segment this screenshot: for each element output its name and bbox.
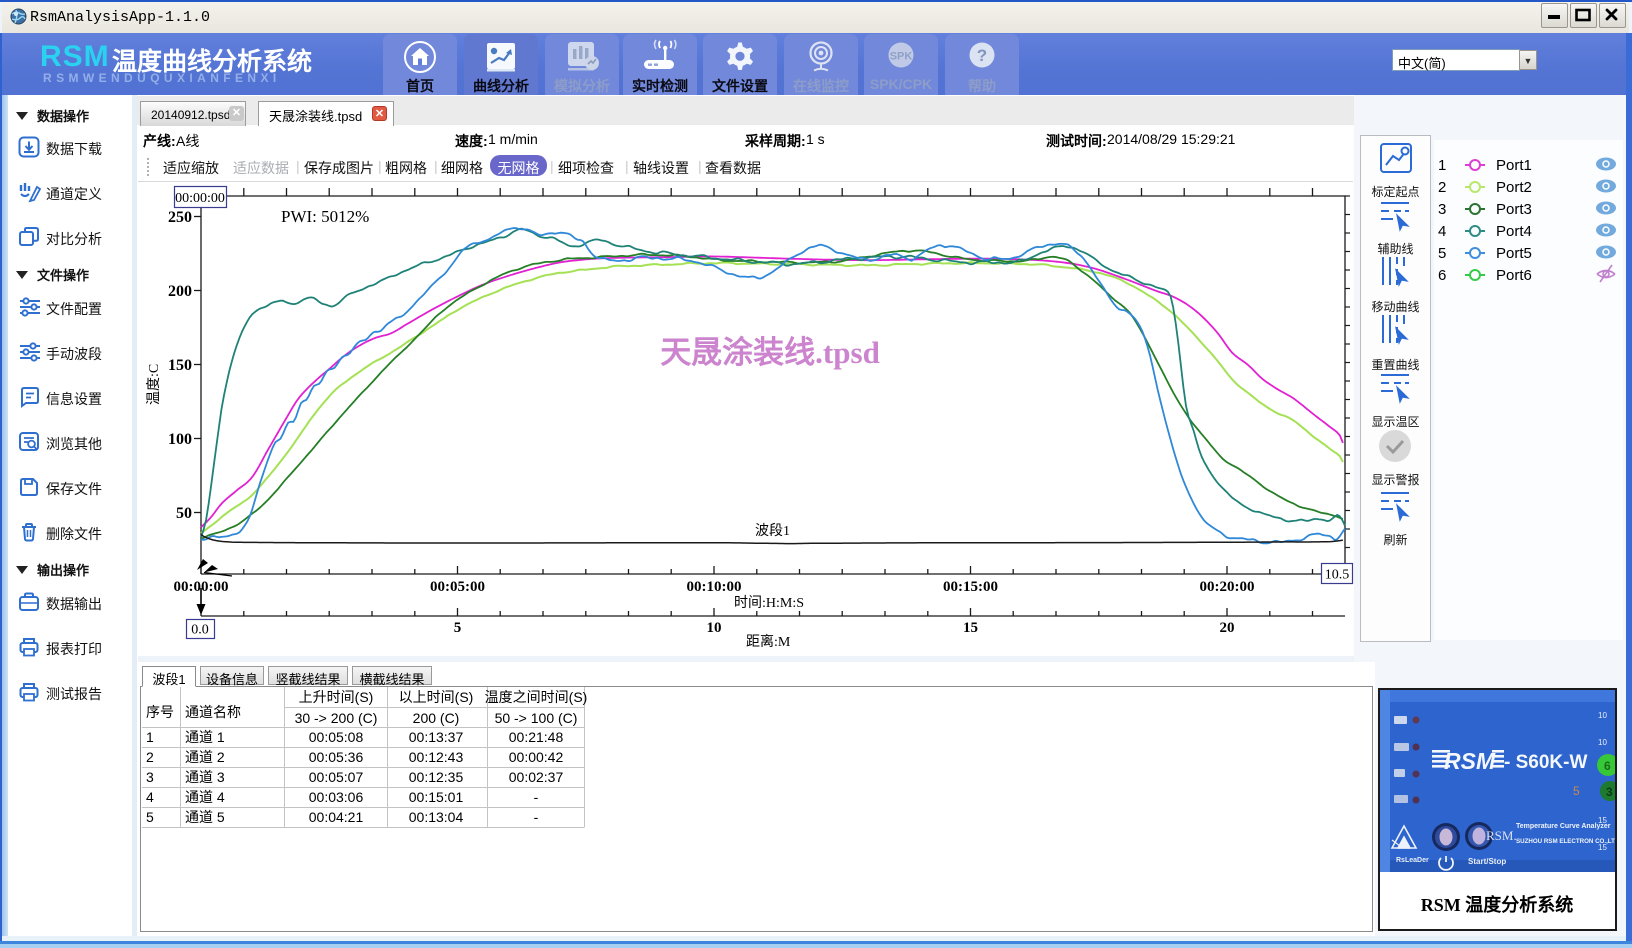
svg-text:5: 5: [454, 620, 462, 636]
svg-text:10.5: 10.5: [1325, 568, 1350, 583]
svg-text:4: 4: [146, 789, 154, 805]
svg-text:5: 5: [1438, 245, 1446, 262]
svg-text:00:03:06: 00:03:06: [309, 789, 364, 805]
svg-text:6: 6: [1604, 759, 1611, 773]
svg-text:10: 10: [1598, 738, 1607, 747]
svg-text:5: 5: [1573, 784, 1580, 798]
svg-text:00:00:00: 00:00:00: [175, 191, 225, 206]
svg-text:通道 3: 通道 3: [185, 769, 225, 785]
svg-text:RSM 温度分析系统: RSM 温度分析系统: [1421, 894, 1574, 915]
svg-text:通道 2: 通道 2: [185, 749, 225, 765]
svg-text:- S60K-W: - S60K-W: [1504, 752, 1587, 773]
svg-text:00:05:36: 00:05:36: [309, 749, 364, 765]
svg-text:00:15:01: 00:15:01: [409, 789, 464, 805]
svg-text:通道名称: 通道名称: [185, 704, 241, 720]
svg-text:上升时间(S): 上升时间(S): [299, 689, 374, 705]
svg-text:00:12:43: 00:12:43: [409, 749, 464, 765]
svg-text:RsLeaDer: RsLeaDer: [1396, 857, 1429, 864]
svg-text:Port1: Port1: [1496, 157, 1532, 174]
svg-text:温度之间时间(S): 温度之间时间(S): [485, 689, 588, 705]
svg-text:00:15:00: 00:15:00: [943, 579, 998, 595]
svg-text:00:05:07: 00:05:07: [309, 769, 364, 785]
svg-text:Port4: Port4: [1496, 223, 1532, 240]
svg-text:00:05:00: 00:05:00: [430, 579, 485, 595]
svg-text:3: 3: [1438, 201, 1446, 218]
svg-text:通道 1: 通道 1: [185, 729, 225, 745]
svg-text:00:12:35: 00:12:35: [409, 769, 464, 785]
svg-text:温度:C: 温度:C: [146, 364, 162, 405]
svg-text:SUZHOU RSM ELECTRON CO.,LTD: SUZHOU RSM ELECTRON CO.,LTD: [1516, 838, 1615, 845]
svg-text:波段1: 波段1: [755, 523, 790, 539]
svg-text:00:02:37: 00:02:37: [509, 769, 564, 785]
svg-text:2: 2: [1438, 179, 1446, 196]
svg-text:00:10:00: 00:10:00: [687, 579, 742, 595]
svg-text:200 (C): 200 (C): [413, 710, 460, 726]
svg-text:0.0: 0.0: [191, 623, 209, 638]
svg-text:00:04:21: 00:04:21: [309, 809, 364, 825]
svg-text:以上时间(S): 以上时间(S): [399, 689, 474, 705]
svg-text:1: 1: [1438, 157, 1446, 174]
svg-text:20: 20: [1220, 620, 1235, 636]
svg-text:Port2: Port2: [1496, 179, 1532, 196]
svg-text:5: 5: [146, 809, 154, 825]
svg-text:Port3: Port3: [1496, 201, 1532, 218]
svg-text:通道 4: 通道 4: [185, 789, 225, 805]
svg-text:Start/Stop: Start/Stop: [1468, 857, 1506, 866]
svg-text:6: 6: [1438, 267, 1446, 284]
svg-text:10: 10: [1598, 711, 1607, 720]
svg-text:RSM.: RSM.: [1486, 828, 1517, 843]
svg-text:Port5: Port5: [1496, 245, 1532, 262]
svg-text:00:21:48: 00:21:48: [509, 729, 564, 745]
svg-text:15: 15: [963, 620, 978, 636]
svg-text:-: -: [534, 789, 539, 805]
svg-text:150: 150: [168, 357, 192, 374]
svg-text:Port6: Port6: [1496, 267, 1532, 284]
svg-text:天晟涂装线.tpsd: 天晟涂装线.tpsd: [660, 335, 880, 370]
svg-text:PWI: 5012%: PWI: 5012%: [281, 207, 369, 226]
svg-text:4: 4: [1438, 223, 1446, 240]
svg-text:00:00:42: 00:00:42: [509, 749, 564, 765]
svg-text:00:13:04: 00:13:04: [409, 809, 464, 825]
svg-text:距离:M: 距离:M: [746, 633, 791, 650]
svg-text:00:05:08: 00:05:08: [309, 729, 364, 745]
svg-text:通道 5: 通道 5: [185, 809, 225, 825]
svg-text:序号: 序号: [146, 704, 174, 720]
svg-text:30 -> 200 (C): 30 -> 200 (C): [295, 710, 378, 726]
svg-text:-: -: [534, 809, 539, 825]
svg-text:00:13:37: 00:13:37: [409, 729, 464, 745]
svg-text:3: 3: [1606, 785, 1613, 799]
svg-text:10: 10: [707, 620, 722, 636]
svg-text:50 -> 100 (C): 50 -> 100 (C): [495, 710, 578, 726]
svg-text:RSM: RSM: [1444, 748, 1496, 774]
svg-text:00:20:00: 00:20:00: [1200, 579, 1255, 595]
svg-text:时间:H:M:S: 时间:H:M:S: [734, 595, 804, 611]
svg-text:200: 200: [168, 283, 192, 300]
svg-text:2: 2: [146, 749, 154, 765]
svg-text:100: 100: [168, 431, 192, 448]
svg-text:3: 3: [146, 769, 154, 785]
svg-text:Temperature Curve Analyzer: Temperature Curve Analyzer: [1516, 823, 1611, 830]
svg-text:50: 50: [176, 505, 192, 522]
svg-text:250: 250: [168, 209, 192, 226]
svg-text:1: 1: [146, 729, 154, 745]
